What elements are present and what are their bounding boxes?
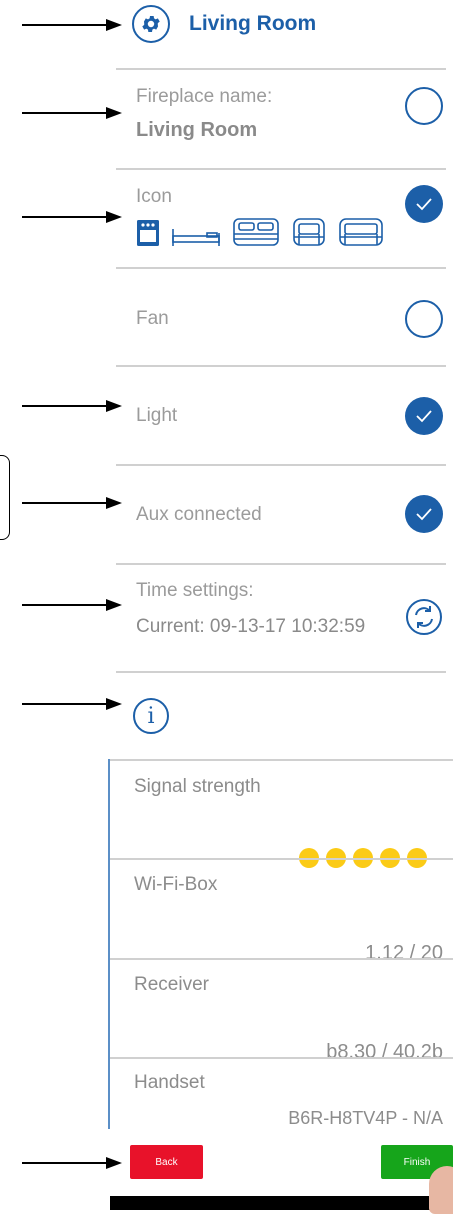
divider <box>116 671 446 673</box>
finger-pointer <box>429 1166 453 1214</box>
stove-icon[interactable] <box>136 219 160 252</box>
fireplace-name-checkbox[interactable] <box>405 87 443 125</box>
info-icon[interactable]: i <box>133 698 169 734</box>
signal-strength-label: Signal strength <box>134 776 261 797</box>
double-bed-icon[interactable] <box>232 217 280 252</box>
sync-icon[interactable] <box>405 598 443 636</box>
divider <box>116 563 446 565</box>
divider <box>116 267 446 269</box>
annotation-arrow <box>22 399 122 413</box>
annotation-arrow <box>22 598 122 612</box>
light-label: Light <box>136 405 178 426</box>
icon-label: Icon <box>136 186 172 207</box>
bed-icon[interactable] <box>171 225 221 252</box>
back-button[interactable]: Back <box>130 1145 203 1179</box>
fan-label: Fan <box>136 308 169 329</box>
time-settings-label: Time settings: <box>136 580 254 601</box>
wifi-box-label: Wi-Fi-Box <box>134 874 218 895</box>
page-header: Living Room <box>132 5 316 43</box>
handset-value: B6R-H8TV4P - N/A <box>288 1108 443 1128</box>
info-panel-border <box>108 759 110 1129</box>
handset-label: Handset <box>134 1072 205 1093</box>
gear-icon[interactable] <box>132 5 170 43</box>
divider <box>116 464 446 466</box>
annotation-arrow <box>22 697 122 711</box>
divider <box>110 759 453 761</box>
light-checkbox[interactable] <box>405 397 443 435</box>
annotation-arrow <box>22 1156 122 1170</box>
annotation-bracket <box>0 455 10 540</box>
divider <box>116 68 446 70</box>
annotation-arrow <box>22 210 122 224</box>
receiver-label: Receiver <box>134 974 209 995</box>
divider <box>116 365 446 367</box>
divider <box>110 958 453 960</box>
divider <box>116 168 446 170</box>
aux-label: Aux connected <box>136 504 262 525</box>
sofa-icon[interactable] <box>338 217 384 252</box>
annotation-arrow <box>22 18 122 32</box>
aux-checkbox[interactable] <box>405 495 443 533</box>
armchair-icon[interactable] <box>291 217 327 252</box>
time-current-value: Current: 09-13-17 10:32:59 <box>136 616 366 637</box>
device-bottom-bar <box>110 1196 453 1210</box>
fan-checkbox[interactable] <box>405 300 443 338</box>
divider <box>110 858 453 860</box>
icon-checkbox[interactable] <box>405 185 443 223</box>
fireplace-name-value[interactable]: Living Room <box>136 119 257 142</box>
wifi-box-value: 1.12 / 20 <box>365 942 443 964</box>
receiver-value: b8.30 / 40.2b <box>326 1041 443 1063</box>
page-title: Living Room <box>189 12 317 35</box>
fireplace-name-label: Fireplace name: <box>136 86 273 107</box>
annotation-arrow <box>22 106 122 120</box>
divider <box>110 1057 453 1059</box>
icon-strip <box>136 218 384 252</box>
annotation-arrow <box>22 496 122 510</box>
